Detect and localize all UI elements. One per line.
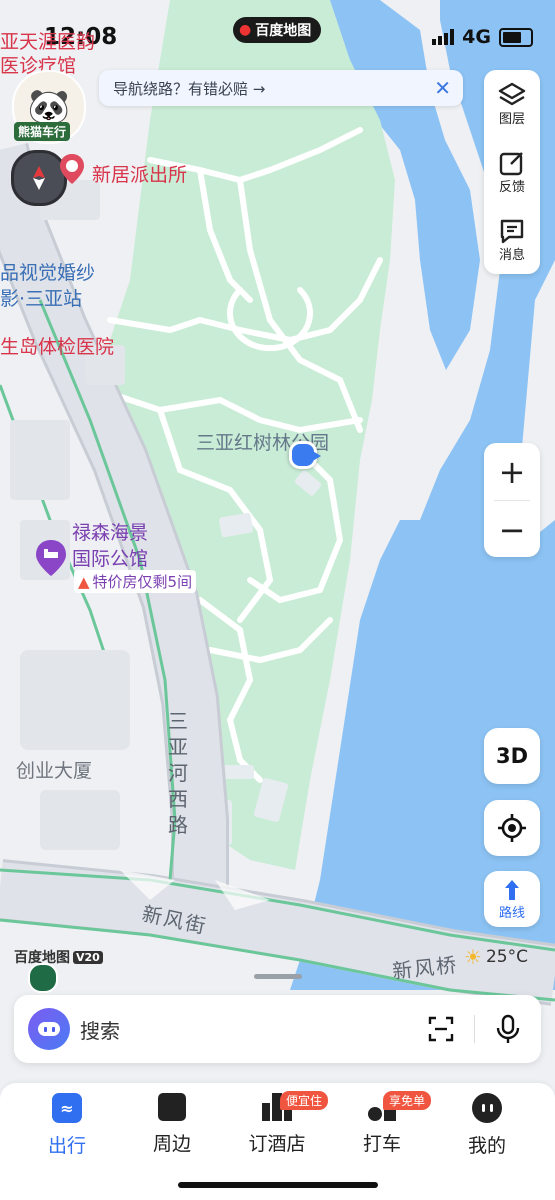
starbucks-icon[interactable] bbox=[28, 963, 58, 993]
search-input[interactable]: 搜索 bbox=[80, 1015, 120, 1044]
nav-label-nearby: 周边 bbox=[152, 1133, 191, 1155]
zoom-controls: + − bbox=[484, 443, 540, 557]
messages-label: 消息 bbox=[498, 247, 525, 263]
hotel-deal-tag[interactable]: ▲ 特价房仅剩5间 bbox=[74, 570, 197, 593]
nav-label-taxi: 打车 bbox=[362, 1133, 401, 1155]
assistant-avatar-icon[interactable] bbox=[28, 1008, 70, 1050]
poi-hospital[interactable]: 生岛体检医院 bbox=[0, 332, 114, 359]
travel-icon: ≈ bbox=[52, 1093, 82, 1123]
feedback-label: 反馈 bbox=[498, 179, 525, 195]
poi-police-station[interactable]: 新居派出所 bbox=[92, 160, 187, 187]
route-arrow-icon bbox=[505, 879, 519, 900]
taxi-badge: 享免单 bbox=[383, 1091, 432, 1110]
scan-icon[interactable] bbox=[428, 1016, 454, 1042]
fire-icon: ▲ bbox=[78, 572, 90, 591]
sheet-handle[interactable] bbox=[254, 974, 302, 979]
nav-item-mine[interactable]: 我的 bbox=[442, 1093, 532, 1158]
police-pin-icon[interactable] bbox=[60, 154, 84, 184]
layers-label: 图层 bbox=[498, 111, 525, 127]
nav-label-hotel: 订酒店 bbox=[248, 1133, 306, 1155]
zoom-in-button[interactable]: + bbox=[484, 443, 540, 500]
locate-icon bbox=[498, 814, 526, 842]
poi-hotel[interactable]: 禄森海景 国际公馆 bbox=[72, 520, 148, 572]
nav-item-travel[interactable]: ≈ 出行 bbox=[22, 1093, 112, 1158]
map-pin-icon: ● bbox=[239, 22, 252, 38]
route-label: 路线 bbox=[498, 905, 525, 921]
sun-icon: ☀ bbox=[464, 945, 482, 969]
app-brand-label: 百度地图 bbox=[255, 23, 312, 39]
3d-label: 3D bbox=[495, 744, 529, 768]
signal-icon bbox=[432, 29, 455, 45]
hotel-deal-text: 特价房仅剩5间 bbox=[92, 573, 193, 591]
edit-icon bbox=[499, 151, 523, 175]
network-type: 4G bbox=[462, 26, 491, 48]
weather-widget[interactable]: ☀ 25°C bbox=[464, 945, 528, 969]
nav-item-nearby[interactable]: 周边 bbox=[127, 1093, 217, 1156]
nav-label-travel: 出行 bbox=[47, 1135, 86, 1157]
search-bar[interactable]: 搜索 bbox=[14, 995, 541, 1063]
avatar-label: 熊猫车行 bbox=[14, 122, 71, 141]
nav-promo-banner[interactable]: 导航绕路？有错必赔 → ✕ bbox=[99, 70, 463, 106]
feedback-button[interactable]: 反馈 bbox=[484, 138, 540, 206]
status-indicators: 4G bbox=[432, 26, 533, 48]
microphone-icon[interactable] bbox=[495, 1014, 521, 1044]
road-sanya-hexi: 三 亚 河 西 路 bbox=[168, 709, 188, 837]
zoom-out-button[interactable]: − bbox=[484, 501, 540, 558]
3d-button[interactable]: 3D bbox=[484, 728, 540, 784]
route-button[interactable]: 路线 bbox=[484, 871, 540, 927]
layers-button[interactable]: 图层 bbox=[484, 70, 540, 138]
nearby-icon bbox=[158, 1093, 186, 1121]
profile-icon bbox=[472, 1093, 502, 1123]
hotel-pin-icon[interactable] bbox=[36, 540, 66, 576]
layers-icon bbox=[498, 82, 526, 105]
poi-wedding-studio[interactable]: 品视觉婚纱 影·三亚站 bbox=[0, 260, 95, 312]
search-divider bbox=[474, 1015, 475, 1043]
heading-arrow-icon bbox=[311, 450, 321, 462]
locate-button[interactable] bbox=[484, 800, 540, 856]
nav-item-hotel[interactable]: 便宜住 订酒店 bbox=[232, 1091, 329, 1156]
banner-text: 导航绕路？有错必赔 → bbox=[113, 79, 266, 98]
message-icon bbox=[500, 219, 524, 243]
map-brand-watermark: 百度地图 V20 bbox=[14, 947, 103, 967]
weather-temperature: 25°C bbox=[485, 947, 528, 967]
poi-building[interactable]: 创业大厦 bbox=[16, 756, 92, 783]
panda-icon: 🐼 bbox=[27, 87, 71, 127]
close-icon[interactable]: ✕ bbox=[434, 76, 451, 100]
messages-button[interactable]: 消息 bbox=[484, 206, 540, 274]
hotel-badge: 便宜住 bbox=[280, 1091, 329, 1110]
home-indicator[interactable] bbox=[178, 1182, 378, 1188]
nav-item-taxi[interactable]: 享免单 打车 bbox=[337, 1091, 432, 1156]
map-tools-panel: 图层 反馈 消息 bbox=[484, 70, 540, 274]
nav-label-mine: 我的 bbox=[467, 1135, 506, 1157]
brand-version-tag: V20 bbox=[73, 950, 103, 964]
battery-icon bbox=[499, 27, 533, 47]
app-brand-pill[interactable]: ● 百度地图 bbox=[233, 17, 322, 43]
compass-icon[interactable] bbox=[11, 150, 67, 206]
